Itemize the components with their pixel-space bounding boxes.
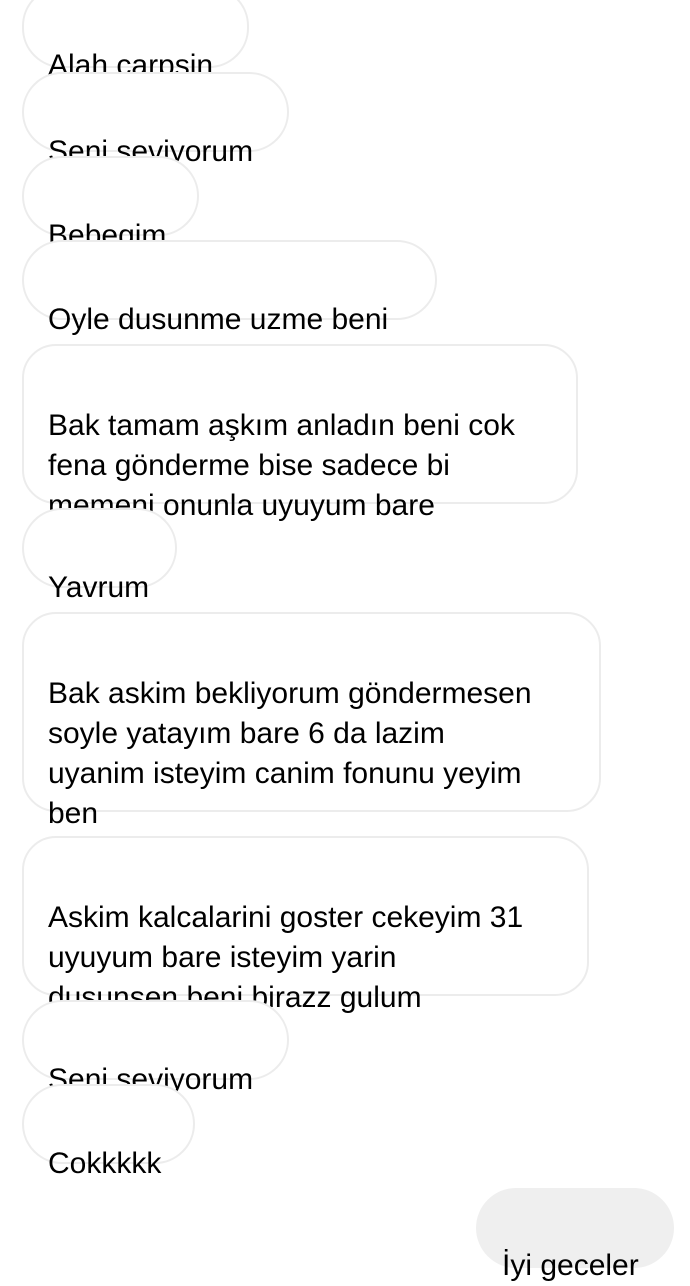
message-text: Bak askim bekliyorum göndermesen soyle y…	[48, 677, 532, 830]
message-bubble-received[interactable]: Bebegim	[22, 156, 199, 252]
message-text: İyi geceler	[502, 1249, 639, 1282]
message-bubble-received[interactable]: Bak tamam aşkım anladın beni cok fena gö…	[22, 344, 578, 522]
message-bubble-received[interactable]: Yavrum	[22, 508, 177, 604]
message-bubble-received[interactable]: Seni seviyorum	[22, 1000, 289, 1096]
message-bubble-received[interactable]: Bak askim bekliyorum göndermesen soyle y…	[22, 612, 601, 987]
message-bubble-received[interactable]: Oyle dusunme uzme beni	[22, 240, 437, 336]
message-thread: Alah carpsin Seni seviyorum Bebegim Oyle…	[0, 0, 690, 1284]
message-bubble-received[interactable]: Cokkkkk	[22, 1084, 195, 1180]
message-text: Askim kalcalarini goster cekeyim 31 uyuy…	[48, 901, 524, 1014]
message-bubble-received[interactable]: Seni seviyorum	[22, 72, 289, 168]
message-text: Bak tamam aşkım anladın beni cok fena gö…	[48, 409, 515, 522]
message-bubble-received[interactable]: Askim kalcalarini goster cekeyim 31 uyuy…	[22, 836, 589, 1014]
message-bubble-sent[interactable]: İyi geceler	[476, 1188, 674, 1282]
message-text: Cokkkkk	[48, 1147, 162, 1180]
message-text: Oyle dusunme uzme beni	[48, 303, 389, 336]
message-text: Yavrum	[48, 571, 150, 604]
message-bubble-received[interactable]: Alah carpsin	[22, 0, 249, 82]
